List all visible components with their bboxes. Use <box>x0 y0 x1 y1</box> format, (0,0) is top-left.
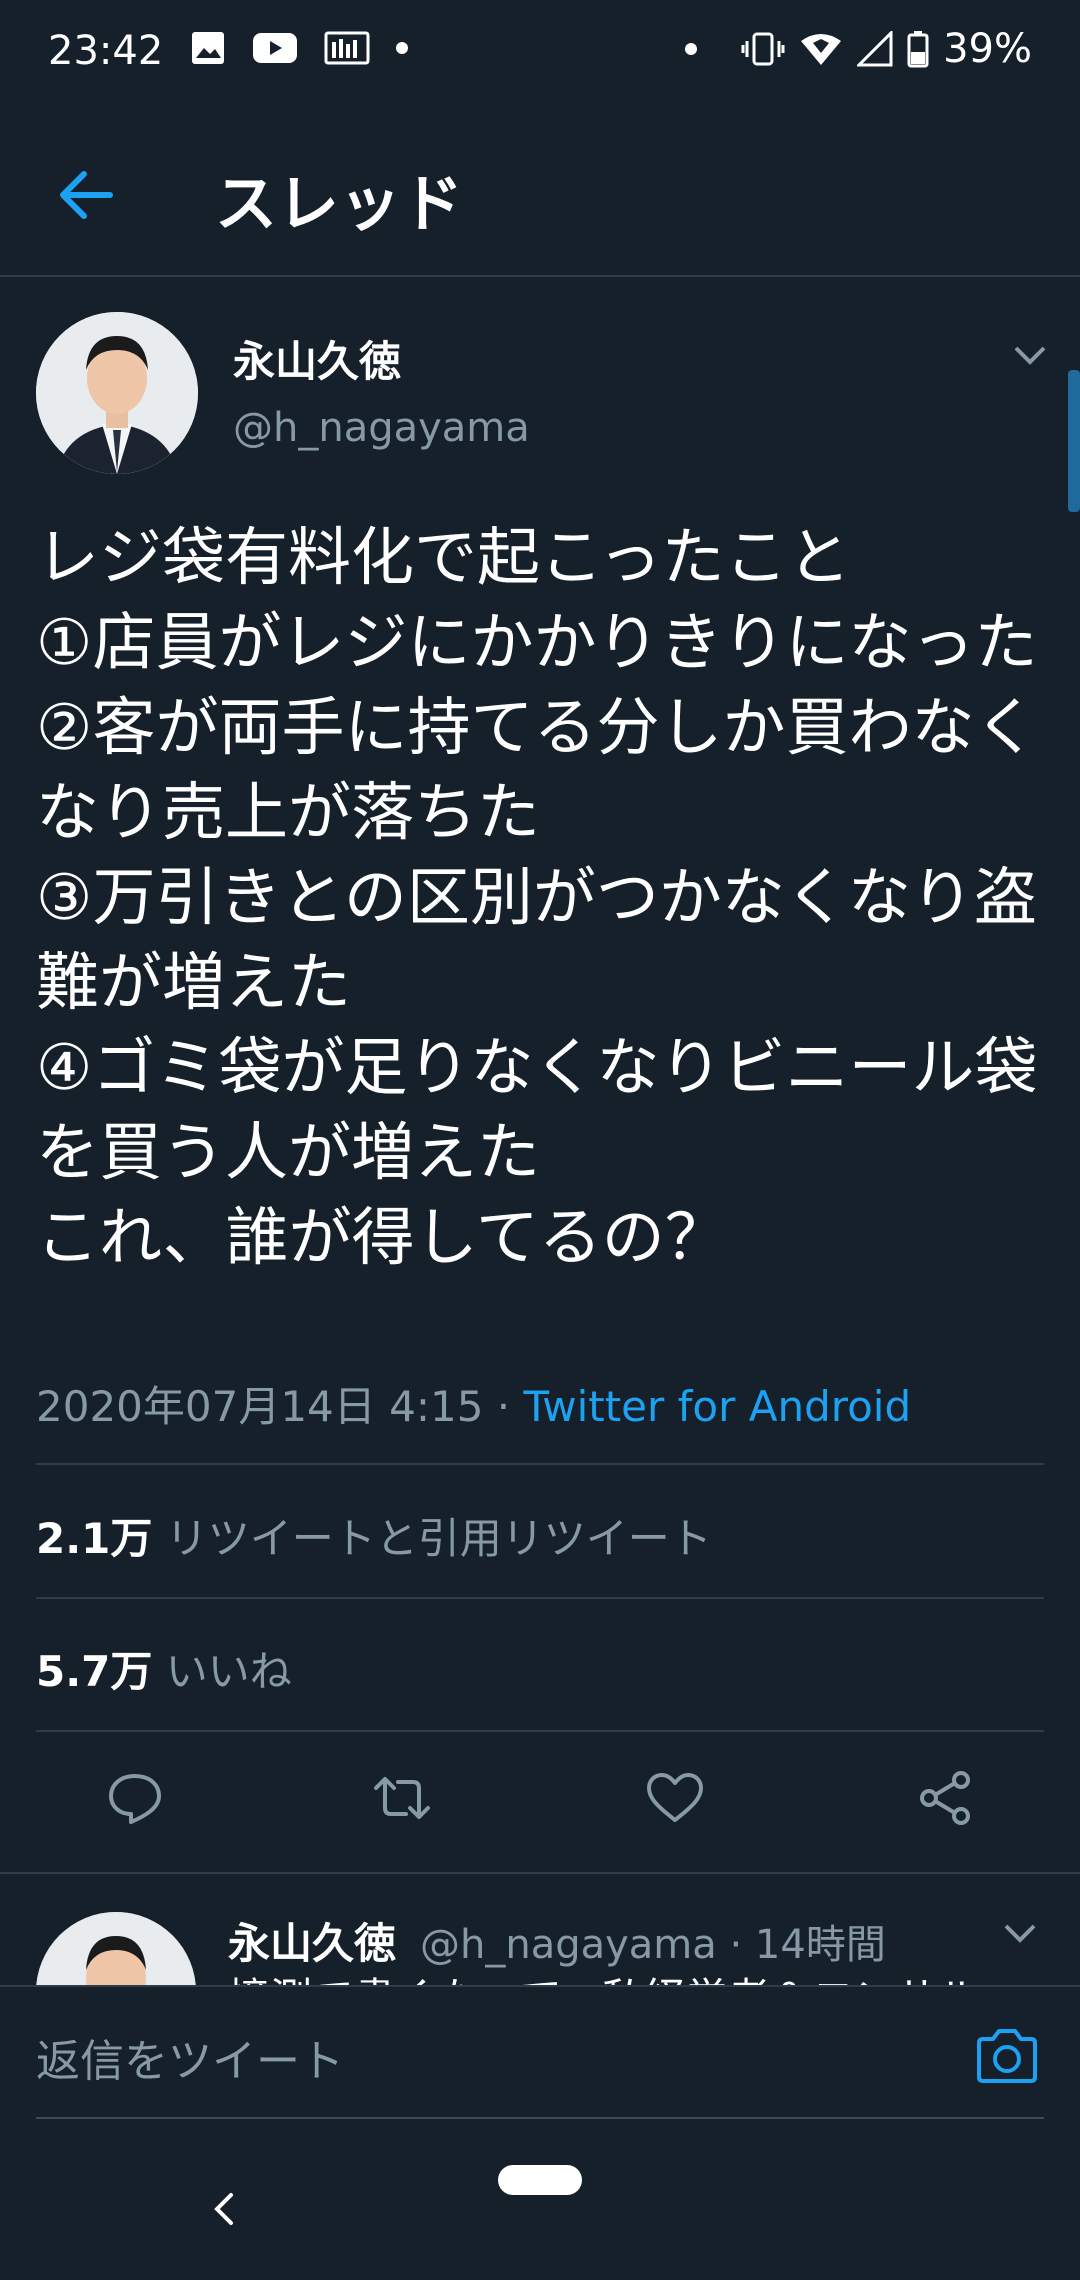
reply-icon[interactable] <box>105 1768 165 1828</box>
author-handle[interactable]: @h_nagayama <box>233 405 530 451</box>
status-time: 23:42 <box>48 28 164 74</box>
system-nav-bar <box>0 2127 1080 2280</box>
battery-icon <box>907 31 929 68</box>
status-dot <box>685 43 698 55</box>
author-name[interactable]: 永山久徳 <box>233 328 401 389</box>
reply-author-name[interactable]: 永山久徳 <box>228 1910 396 1971</box>
retweets-label: リツイートと引用リツイート <box>152 1514 712 1563</box>
input-underline <box>36 2117 1044 2119</box>
divider <box>0 1872 1080 1874</box>
youtube-icon <box>253 33 297 63</box>
reply-composer: 返信をツイート <box>0 1985 1080 2127</box>
like-heart-icon[interactable] <box>645 1768 705 1828</box>
wifi-icon <box>801 34 842 65</box>
scrollbar[interactable] <box>1068 370 1080 512</box>
nav-back-icon[interactable] <box>205 2189 245 2229</box>
meta-separator: · <box>483 1382 524 1431</box>
tweet-source-link[interactable]: Twitter for Android <box>524 1382 912 1431</box>
reply-snippet: 憶測で書くなって、私経営者＆コンサル <box>228 1965 1080 1985</box>
gallery-icon <box>192 32 224 64</box>
likes-label: いいね <box>152 1647 292 1696</box>
status-bar: 23:42 39% <box>0 0 1080 105</box>
divider <box>36 1597 1044 1599</box>
app-header: スレッド <box>0 105 1080 277</box>
notification-dot <box>396 42 408 54</box>
reply-input[interactable]: 返信をツイート <box>36 2025 344 2089</box>
tweet-meta: 2020年07月14日 4:15 · Twitter for Android <box>36 1373 911 1434</box>
vibrate-icon <box>741 32 785 66</box>
divider <box>36 1730 1044 1732</box>
likes-stat[interactable]: 5.7万 いいね <box>36 1638 292 1699</box>
divider <box>36 1463 1044 1465</box>
tweet-actions <box>0 1750 1080 1850</box>
battery-percent: 39% <box>943 26 1032 72</box>
chevron-down-icon[interactable] <box>1010 340 1050 370</box>
camera-icon[interactable] <box>975 2027 1039 2085</box>
tweet-text: レジ袋有料化で起こったこと ①店員がレジにかかりきりになった ②客が両手に持てる… <box>36 521 1038 1274</box>
reply-handle-time: @h_nagayama · 14時間 <box>420 1922 886 1968</box>
likes-count: 5.7万 <box>36 1647 153 1696</box>
avatar[interactable] <box>36 312 198 474</box>
news-icon <box>324 31 370 65</box>
share-icon[interactable] <box>915 1768 975 1828</box>
signal-icon <box>857 31 893 67</box>
page-title: スレッド <box>215 167 464 240</box>
retweet-icon[interactable] <box>372 1768 432 1828</box>
tweet-timestamp: 2020年07月14日 4:15 <box>36 1382 484 1431</box>
retweets-count: 2.1万 <box>36 1514 153 1563</box>
home-pill-button[interactable] <box>498 2165 582 2195</box>
retweets-stat[interactable]: 2.1万 リツイートと引用リツイート <box>36 1505 712 1566</box>
chevron-down-icon[interactable] <box>1000 1918 1040 1948</box>
back-arrow-icon[interactable] <box>50 160 120 230</box>
